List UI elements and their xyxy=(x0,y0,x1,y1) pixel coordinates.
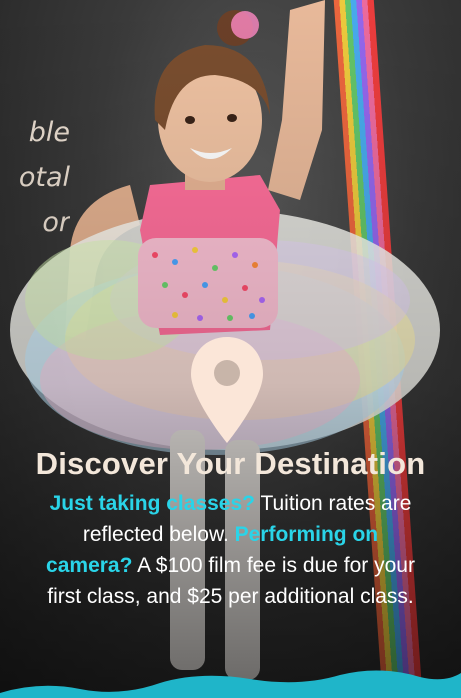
description-line: camera? A $100 film fee is due for your xyxy=(0,550,461,581)
destination-content: Discover Your Destination Just taking cl… xyxy=(0,446,461,612)
hero-section: ble otal or xyxy=(0,0,461,698)
text-span: reflected below. xyxy=(82,523,235,546)
text-span: A $100 film fee is due for your xyxy=(132,554,415,577)
highlight-performing: Performing on xyxy=(234,523,379,546)
section-heading: Discover Your Destination xyxy=(35,446,426,481)
text-span: Tuition rates are xyxy=(255,492,412,515)
bottom-wave xyxy=(0,670,461,698)
description-line: first class, and $25 per additional clas… xyxy=(0,581,461,612)
text-span: first class, and $25 per additional clas… xyxy=(47,585,414,608)
description-line: Just taking classes? Tuition rates are xyxy=(0,488,461,519)
highlight-classes: Just taking classes? xyxy=(49,492,255,515)
location-pin-icon xyxy=(191,337,263,443)
tuition-description: Just taking classes? Tuition rates are r… xyxy=(0,488,461,612)
description-line: reflected below. Performing on xyxy=(0,519,461,550)
highlight-camera: camera? xyxy=(46,554,133,577)
